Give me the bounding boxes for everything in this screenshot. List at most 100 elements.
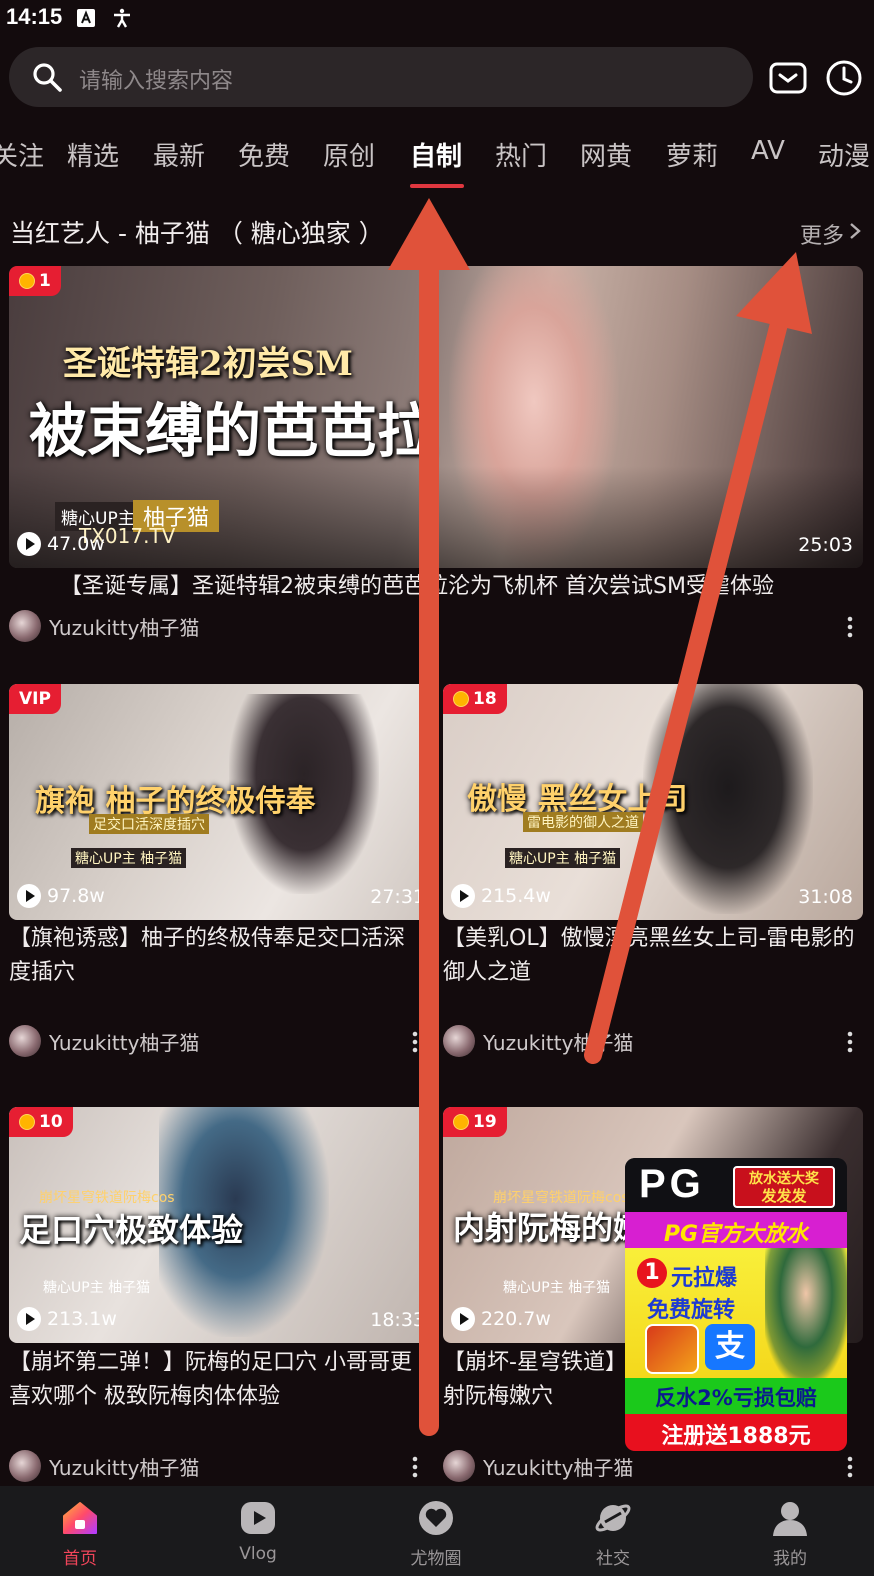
bottom-navigation: 首页 Vlog 尤物圈 社交 我的: [0, 1486, 874, 1576]
tab-latest[interactable]: 最新: [153, 136, 205, 173]
tab-follow[interactable]: 关注: [0, 136, 44, 173]
history-clock-icon[interactable]: [824, 58, 864, 98]
thumbnail-subtitle: 足交口活深度插穴: [89, 814, 209, 834]
tab-av[interactable]: AV: [751, 136, 785, 166]
nav-label: 尤物圈: [410, 1549, 462, 1569]
tab-self-made[interactable]: 自制: [410, 136, 462, 173]
video-title[interactable]: 【美乳OL】傲慢漂亮黑丝女上司-雷电影的御人之道: [443, 922, 863, 990]
avatar: [443, 1450, 475, 1482]
more-options-icon[interactable]: [412, 1456, 418, 1478]
more-link[interactable]: 更多: [800, 218, 844, 250]
nav-social[interactable]: 社交: [563, 1486, 663, 1576]
ad-rebate: 反水2%亏损包赔: [655, 1386, 817, 1410]
nav-label: Vlog: [239, 1544, 277, 1564]
play-icon: [241, 1502, 275, 1534]
featured-video-thumbnail[interactable]: 圣诞特辑2初尝SM 被束缚的芭芭拉 糖心UP主 柚子猫 TX017.TV 1 4…: [9, 266, 863, 568]
author-name: Yuzukitty柚子猫: [483, 1030, 634, 1055]
author-row[interactable]: Yuzukitty柚子猫: [9, 1025, 199, 1057]
more-options-icon[interactable]: [847, 616, 853, 638]
nav-circle[interactable]: 尤物圈: [386, 1486, 486, 1576]
video-title[interactable]: 【旗袍诱惑】柚子的终极侍奉足交口活深度插穴: [9, 922, 424, 990]
planet-icon: [595, 1504, 631, 1532]
play-circle-icon: [451, 884, 475, 908]
play-circle-icon: [17, 884, 41, 908]
nav-label: 首页: [63, 1549, 97, 1569]
view-count: 215.4w: [451, 884, 551, 908]
nav-home[interactable]: 首页: [30, 1486, 130, 1576]
more-options-icon[interactable]: [847, 1031, 853, 1053]
thumbnail-subtitle: 雷电影的御人之道: [523, 812, 643, 832]
coin-icon: [19, 1114, 35, 1130]
video-thumbnail[interactable]: 傲慢 黑丝女上司 雷电影的御人之道 糖心UP主 柚子猫 18 215.4w 31…: [443, 684, 863, 920]
coin-icon: [453, 1114, 469, 1130]
floating-ad[interactable]: PG 放水送大奖 发发发 PG官方大放水 1 元拉爆 免费旋转 支 反水2%亏损…: [625, 1158, 847, 1451]
video-thumbnail[interactable]: 崩坏星穹铁道阮梅cos 足口穴极致体验 糖心UP主 柚子猫 10 213.1w …: [9, 1107, 429, 1343]
tab-original[interactable]: 原创: [323, 136, 375, 173]
message-box-icon[interactable]: [768, 58, 808, 98]
play-circle-icon: [17, 532, 41, 556]
video-thumbnail[interactable]: 旗袍 柚子的终极侍奉 足交口活深度插穴 糖心UP主 柚子猫 VIP 97.8w …: [9, 684, 429, 920]
thumbnail-headline: 足口穴极致体验: [19, 1211, 244, 1249]
category-tabs: 关注 精选 最新 免费 原创 自制 热门 网黄 萝莉 AV 动漫: [0, 130, 874, 192]
nav-label: 我的: [773, 1549, 807, 1569]
author-name: Yuzukitty柚子猫: [49, 615, 200, 640]
more-options-icon[interactable]: [412, 1031, 418, 1053]
nav-vlog[interactable]: Vlog: [208, 1486, 308, 1576]
coin-icon: [453, 691, 469, 707]
tab-web-celebrity[interactable]: 网黄: [580, 136, 632, 173]
rank-badge: 18: [443, 684, 507, 714]
author-name: Yuzukitty柚子猫: [49, 1455, 200, 1480]
arrow-up-head: [388, 198, 470, 270]
play-circle-icon: [17, 1307, 41, 1331]
ad-register: 注册送1888元: [661, 1424, 811, 1449]
thumbnail-headline: 被束缚的芭芭拉: [29, 397, 436, 465]
search-icon: [33, 63, 62, 92]
view-count: 97.8w: [17, 884, 105, 908]
tab-hot[interactable]: 热门: [495, 136, 547, 173]
video-duration: 31:08: [798, 886, 853, 908]
active-tab-indicator: [410, 184, 464, 188]
view-count: 47.0w: [17, 532, 105, 556]
author-name: Yuzukitty柚子猫: [49, 1030, 200, 1055]
rank-badge: 1: [9, 266, 61, 296]
thumbnail-headline: 内射阮梅的嫩: [453, 1209, 646, 1247]
thumbnail-subtitle: 崩坏星穹铁道阮梅cos: [39, 1190, 175, 1206]
chevron-right-icon[interactable]: [848, 222, 862, 240]
author-row[interactable]: Yuzukitty柚子猫: [443, 1025, 633, 1057]
ad-logo: PG: [639, 1162, 705, 1206]
more-options-icon[interactable]: [847, 1456, 853, 1478]
ad-promo-number: 1: [637, 1258, 667, 1288]
author-row[interactable]: Yuzukitty柚子猫: [9, 1450, 199, 1482]
nav-mine[interactable]: 我的: [740, 1486, 840, 1576]
accessibility-icon: [114, 8, 130, 28]
author-row[interactable]: Yuzukitty柚子猫: [443, 1450, 633, 1482]
tab-loli[interactable]: 萝莉: [666, 136, 718, 173]
video-title[interactable]: 【崩坏第二弹！】阮梅的足口穴 小哥哥更喜欢哪个 极致阮梅肉体体验: [9, 1346, 424, 1414]
video-duration: 27:31: [370, 886, 425, 908]
author-name: Yuzukitty柚子猫: [483, 1455, 634, 1480]
ad-free-spin: 免费旋转: [647, 1298, 736, 1323]
tab-featured[interactable]: 精选: [67, 136, 119, 173]
author-row[interactable]: Yuzukitty柚子猫: [9, 610, 199, 642]
featured-video-title[interactable]: 【圣诞专属】圣诞特辑2被束缚的芭芭拉沦为飞机杯 首次尝试SM受虐体验: [60, 570, 840, 604]
ad-promo-text: 元拉爆: [671, 1266, 738, 1291]
heart-circle-icon: [419, 1501, 453, 1535]
tab-anime[interactable]: 动漫: [818, 136, 870, 173]
ad-tag-line2: 发发发: [761, 1187, 807, 1205]
view-count: 213.1w: [17, 1307, 117, 1331]
thumbnail-up-tag: 糖心UP主 柚子猫: [503, 1280, 611, 1296]
home-icon: [63, 1502, 97, 1534]
view-count: 220.7w: [451, 1307, 551, 1331]
status-time: 14:15: [6, 4, 63, 29]
ad-game-icon: [645, 1324, 699, 1374]
search-bar[interactable]: 请输入搜索内容: [9, 47, 753, 107]
rank-badge: 19: [443, 1107, 507, 1137]
thumbnail-up-tag: 糖心UP主 柚子猫: [71, 848, 187, 868]
keyboard-a-icon: [77, 9, 95, 27]
tab-free[interactable]: 免费: [238, 136, 290, 173]
search-placeholder: 请输入搜索内容: [79, 69, 234, 94]
vip-badge: VIP: [9, 684, 61, 714]
avatar: [9, 1025, 41, 1057]
thumbnail-up-tag: 糖心UP主 柚子猫: [505, 848, 621, 868]
thumbnail-subtitle: 圣诞特辑2初尝SM: [63, 344, 353, 384]
